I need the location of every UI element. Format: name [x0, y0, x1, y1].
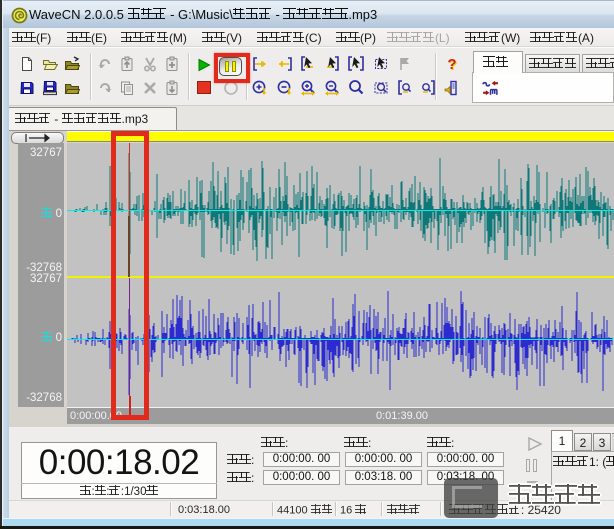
svg-text:?: ?	[447, 56, 456, 72]
